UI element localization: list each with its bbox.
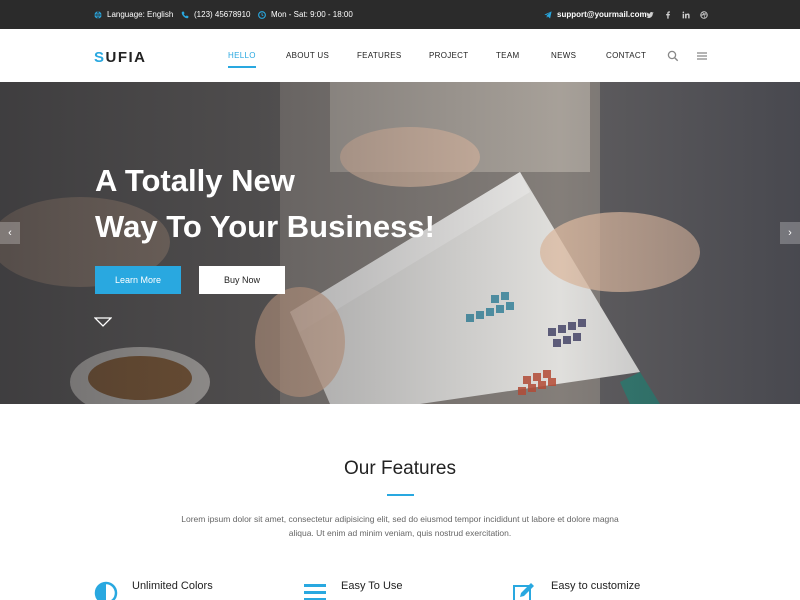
slider-prev-button[interactable]: ‹: [0, 222, 20, 244]
feature-title-customize: Easy to customize: [551, 580, 641, 592]
bars-icon: [303, 581, 327, 600]
nav-team[interactable]: TEAM: [496, 29, 519, 82]
nav-contact[interactable]: CONTACT: [606, 29, 646, 82]
nav-news[interactable]: NEWS: [551, 29, 576, 82]
menu-icon[interactable]: [696, 49, 708, 61]
site-logo[interactable]: SUFIA: [94, 49, 147, 66]
nav-about-us[interactable]: ABOUT US: [286, 29, 329, 82]
nav-hello[interactable]: HELLO: [228, 29, 256, 82]
nav-features[interactable]: FEATURES: [357, 29, 401, 82]
heading-divider: [387, 494, 414, 496]
logo-text: UFIA: [105, 49, 147, 66]
globe-icon: [94, 10, 102, 19]
twitter-icon[interactable]: [644, 0, 656, 29]
linkedin-icon[interactable]: [680, 0, 692, 29]
opening-hours: Mon - Sat: 9:00 - 18:00: [258, 0, 353, 29]
features-description: Lorem ipsum dolor sit amet, consectetur …: [181, 514, 619, 538]
nav-project[interactable]: PROJECT: [429, 29, 468, 82]
hours-text: Mon - Sat: 9:00 - 18:00: [271, 10, 353, 19]
top-bar: Language: English (123) 45678910 Mon - S…: [0, 0, 800, 29]
search-icon[interactable]: [667, 49, 679, 62]
feature-title-colors: Unlimited Colors: [132, 580, 213, 592]
hero-slider: ‹ › A Totally New Way To Your Business! …: [0, 82, 800, 404]
clock-icon: [258, 10, 266, 19]
send-icon: [544, 10, 552, 19]
phone-icon: [181, 11, 189, 19]
feature-title-easy-use: Easy To Use: [341, 580, 403, 592]
email-address: support@yourmail.com: [557, 10, 647, 19]
email-link[interactable]: support@yourmail.com: [544, 0, 647, 29]
language-selector[interactable]: Language: English: [94, 0, 173, 29]
phone-number: (123) 45678910: [194, 10, 251, 19]
buy-now-button[interactable]: Buy Now: [199, 266, 285, 294]
scroll-down-icon[interactable]: [93, 314, 113, 327]
half-circle-icon: [94, 581, 118, 600]
language-label: Language: English: [107, 10, 174, 19]
slider-next-button[interactable]: ›: [780, 222, 800, 244]
main-header: SUFIA HELLO ABOUT US FEATURES PROJECT TE…: [0, 29, 800, 82]
hero-title-line2: Way To Your Business!: [95, 209, 435, 244]
chevron-left-icon: ‹: [8, 227, 12, 239]
dribbble-icon[interactable]: [698, 0, 710, 29]
features-heading: Our Features: [344, 458, 456, 479]
learn-more-button[interactable]: Learn More: [95, 266, 181, 294]
chevron-right-icon: ›: [788, 227, 792, 239]
phone-info[interactable]: (123) 45678910: [181, 0, 251, 29]
hero-title-line1: A Totally New: [95, 163, 295, 198]
logo-initial: S: [94, 49, 106, 66]
facebook-icon[interactable]: [662, 0, 674, 29]
edit-icon: [512, 581, 536, 600]
